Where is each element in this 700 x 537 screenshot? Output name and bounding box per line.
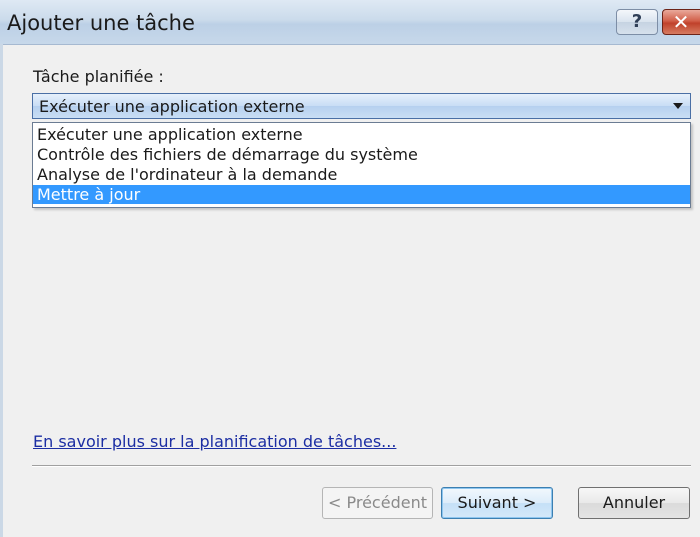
chevron-down-icon[interactable] (673, 103, 683, 109)
help-icon: ? (631, 11, 643, 32)
add-task-dialog: Ajouter une tâche ? ✕ Tâche planifiée : … (0, 0, 700, 537)
dropdown-option[interactable]: Contrôle des fichiers de démarrage du sy… (33, 145, 690, 164)
close-button[interactable]: ✕ (662, 9, 700, 35)
help-button[interactable]: ? (616, 9, 658, 35)
window-frame (0, 44, 3, 537)
task-select-value: Exécuter une application externe (39, 97, 305, 116)
task-label: Tâche planifiée : (33, 67, 164, 86)
task-select[interactable]: Exécuter une application externe (32, 93, 691, 119)
separator (32, 465, 691, 467)
close-icon: ✕ (672, 10, 690, 34)
previous-button[interactable]: < Précédent (322, 487, 433, 519)
dropdown-option[interactable]: Exécuter une application externe (33, 125, 690, 144)
task-dropdown-list: Exécuter une application externe Contrôl… (32, 122, 691, 208)
next-button[interactable]: Suivant > (441, 487, 553, 519)
window-title: Ajouter une tâche (7, 11, 195, 35)
learn-more-link[interactable]: En savoir plus sur la planification de t… (33, 432, 396, 451)
dropdown-option[interactable]: Analyse de l'ordinateur à la demande (33, 165, 690, 184)
cancel-button[interactable]: Annuler (578, 487, 690, 519)
title-bar[interactable]: Ajouter une tâche ? ✕ (0, 0, 700, 45)
dropdown-option-selected[interactable]: Mettre à jour (33, 185, 690, 204)
